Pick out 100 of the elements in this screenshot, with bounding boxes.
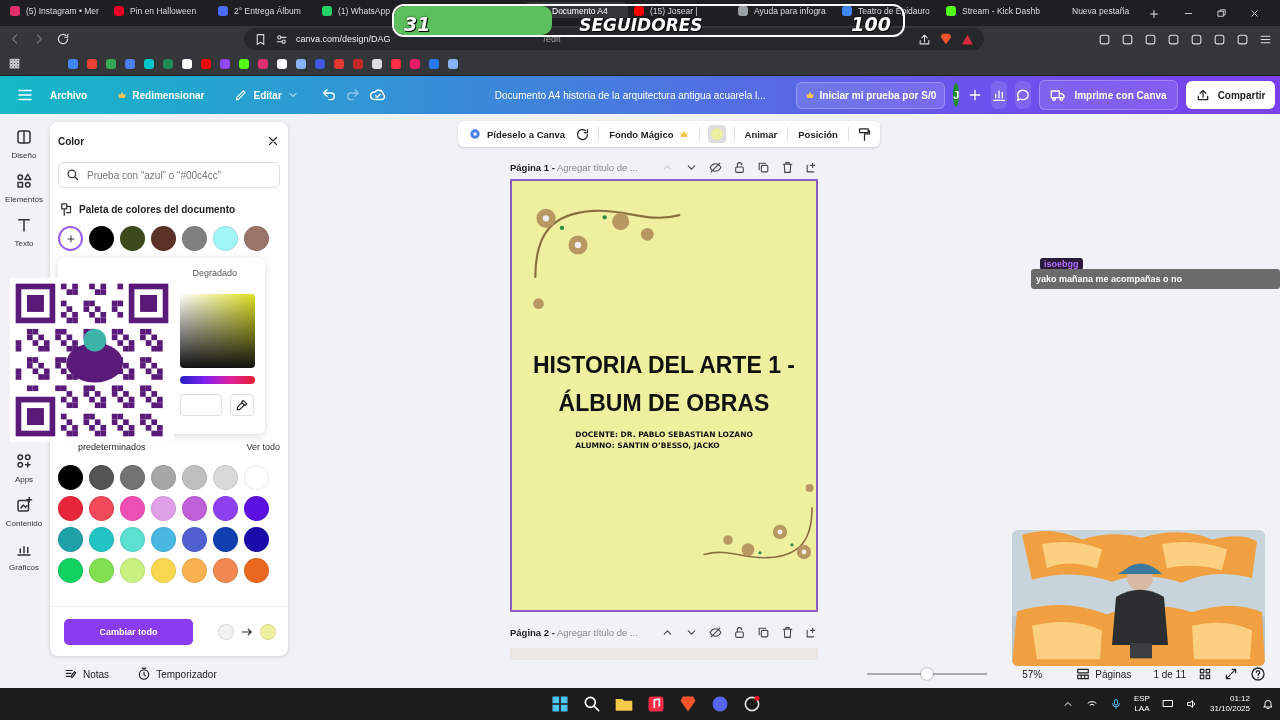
zoom-value[interactable]: 57% [1022,668,1043,680]
duplicate-icon[interactable] [757,625,770,639]
browser-tab[interactable]: Nueva pestaña [1044,2,1148,18]
color-swatch[interactable] [244,226,269,251]
undo-icon[interactable] [320,87,337,103]
see-all-link[interactable]: Ver todo [246,442,280,452]
browser-tab[interactable]: (5) Instagram • Mer [4,2,108,18]
color-swatch[interactable] [151,558,176,583]
trial-button[interactable]: Iniciar mi prueba por S/0 [795,81,946,109]
color-swatch[interactable] [244,496,269,521]
duplicate-icon[interactable] [757,160,770,174]
grid-view-icon[interactable] [1198,667,1212,681]
eyedropper-button[interactable] [230,394,254,416]
color-swatch[interactable] [120,527,145,552]
background-color-swatch[interactable] [710,128,723,140]
language-indicator[interactable]: ESP LAA [1133,694,1150,714]
pages-button[interactable]: Páginas [1070,666,1138,682]
search-icon[interactable] [582,694,602,714]
color-swatch[interactable] [182,496,207,521]
color-swatch[interactable] [182,527,207,552]
color-swatch[interactable] [213,527,238,552]
color-swatch[interactable] [120,226,145,251]
sidebar-item[interactable]: Texto [14,216,34,248]
music-app-icon[interactable] [646,694,666,714]
notification-icon[interactable] [1262,698,1274,710]
fullscreen-icon[interactable] [1224,667,1238,681]
avatar[interactable]: J [953,83,960,107]
comment-icon[interactable] [1015,87,1032,103]
sidebar-item[interactable]: Apps [14,452,34,484]
menu-icon[interactable] [1259,33,1272,46]
sidebar-item[interactable]: Contenido [5,496,43,528]
hex-field[interactable] [180,394,222,416]
color-swatch[interactable] [213,226,238,251]
bookmark-icon[interactable] [277,58,287,69]
browser-tab[interactable]: 2° Entrega Álbum [212,2,316,18]
add-page-icon[interactable] [805,625,818,639]
color-swatch[interactable] [120,465,145,490]
bookmark-icon[interactable] [144,58,154,69]
share-icon[interactable] [918,32,931,46]
reload-icon[interactable] [56,32,70,46]
color-swatch[interactable] [182,465,207,490]
color-swatch[interactable] [58,558,83,583]
search-field[interactable]: Prueba con “azul” o “#00c4cc” [58,162,280,188]
page-title-field[interactable]: Página 1 - Agregar título de ... [510,161,638,173]
page-title-field[interactable]: Página 2 - Agregar título de ... [510,626,638,638]
trash-icon[interactable] [781,625,794,639]
paint-roller-icon[interactable] [856,126,872,142]
color-swatch[interactable] [89,465,114,490]
clock[interactable]: 01:12 31/10/2025 [1209,694,1250,714]
close-icon[interactable] [266,134,280,148]
color-swatch[interactable] [151,527,176,552]
restore-icon[interactable] [1216,8,1227,19]
site-settings-icon[interactable] [275,32,288,46]
bookmark-icon[interactable] [239,58,249,69]
color-swatch[interactable] [89,527,114,552]
position-button[interactable]: Posición [796,125,840,143]
color-swatch[interactable] [89,496,114,521]
color-field[interactable] [180,294,255,368]
timer-button[interactable]: Temporizador [131,666,223,682]
browser-tab[interactable]: (1) WhatsApp [316,2,392,18]
color-swatch[interactable] [120,496,145,521]
color-swatch[interactable] [89,558,114,583]
analytics-icon[interactable] [991,87,1008,103]
add-color-button[interactable] [58,226,83,251]
color-swatch[interactable] [151,496,176,521]
apps-grid-icon[interactable] [8,57,21,70]
bookmark-icon[interactable] [296,58,306,69]
color-swatch[interactable] [120,558,145,583]
color-swatch[interactable] [244,527,269,552]
windows-icon[interactable] [550,694,570,714]
new-tab-icon[interactable] [1148,8,1160,20]
sidebar-item[interactable]: Diseño [11,128,37,160]
apply-button[interactable]: Cambiar todo [64,618,193,645]
magic-background-button[interactable]: Fondo Mágico [607,125,691,143]
hide-icon[interactable] [709,625,722,639]
hide-icon[interactable] [709,160,722,174]
bookmark-icon[interactable] [182,58,192,69]
color-swatch[interactable] [58,527,83,552]
slider-thumb[interactable] [921,668,934,680]
lock-icon[interactable] [733,160,746,174]
volume-icon[interactable] [1185,698,1198,710]
color-swatch[interactable] [89,226,114,251]
color-swatch[interactable] [213,496,238,521]
brave-icon[interactable] [678,694,698,714]
ask-button[interactable]: Pídeselo a Canva [466,124,568,144]
browser-tab[interactable]: Pin en Halloween [108,2,212,18]
sidebar-item[interactable]: Gráficos [9,540,39,572]
color-swatch[interactable] [58,465,83,490]
notes-button[interactable]: Notas [58,666,116,682]
color-swatch[interactable] [151,465,176,490]
color-swatch[interactable] [151,226,176,251]
share-button[interactable]: Compartir [1185,81,1276,109]
document-title[interactable]: Documento A4 historia de la arquitectura antigua acuarela l... [494,89,766,101]
refresh-icon[interactable] [575,126,591,142]
alert-icon[interactable] [961,32,974,46]
brave-icon[interactable] [939,32,953,46]
sidebar-item[interactable]: Elementos [5,172,43,204]
browser-tab[interactable]: Stream - Kick Dashb [940,2,1044,18]
display-icon[interactable] [1161,698,1174,710]
picker-tab[interactable]: Degradado [188,266,241,280]
